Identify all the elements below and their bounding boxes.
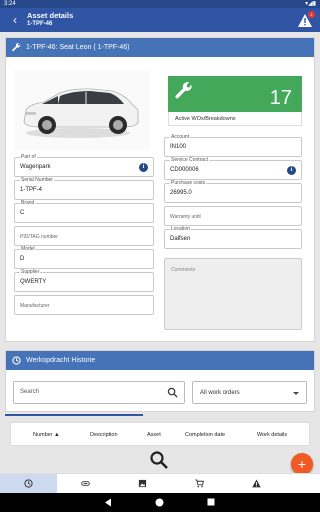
- workorder-table-header: Number ▲ Description Asset Completion da…: [10, 422, 310, 446]
- field-value: Dalfsen: [170, 236, 191, 242]
- field-value: C: [20, 210, 25, 216]
- open-workorders-label: Active WOs/Breakdowns: [168, 112, 302, 126]
- add-button[interactable]: +: [291, 453, 313, 475]
- bottom-navigation: [0, 473, 320, 494]
- status-bar: 3:24 ▾◢▮: [0, 0, 320, 8]
- status-time: 3:24: [4, 1, 16, 7]
- field-value: CD000006: [170, 167, 199, 173]
- wrench-icon: [12, 43, 21, 52]
- info-icon[interactable]: i: [139, 163, 148, 172]
- tab-attachments[interactable]: [57, 474, 114, 494]
- paperclip-icon: [81, 481, 90, 486]
- open-workorders-count: 17: [269, 87, 292, 109]
- history-card-header: Werkopdracht Historie: [6, 351, 314, 370]
- field-placeholder: Warranty until: [170, 214, 201, 220]
- filter-value: All work orders: [200, 390, 240, 396]
- part-of-field[interactable]: Part of Wagenpark i: [14, 154, 154, 177]
- location-field[interactable]: Location Dalfsen: [164, 226, 302, 249]
- field-label: Brand: [20, 200, 36, 206]
- tab-images[interactable]: [114, 474, 171, 494]
- search-input[interactable]: Search: [13, 381, 185, 404]
- page-subtitle: 1-TPF-46: [27, 21, 53, 27]
- field-label: Account: [170, 134, 191, 140]
- search-icon: [150, 451, 168, 469]
- history-card-title: Werkopdracht Historie: [26, 357, 96, 364]
- tab-warnings[interactable]: [228, 474, 285, 494]
- chevron-down-icon: [293, 392, 299, 395]
- asset-image: [14, 70, 150, 150]
- field-label: Supplier: [20, 269, 41, 275]
- column-work-details[interactable]: Work details: [257, 432, 287, 438]
- comments-field[interactable]: Comments: [164, 258, 302, 330]
- history-icon: [24, 479, 33, 488]
- asset-card-title: 1-TPF-46: Seat Leon ( 1-TPF-46): [26, 44, 130, 51]
- warning-badge: 1: [308, 11, 315, 18]
- field-placeholder: Manufacturer: [20, 303, 50, 309]
- account-field[interactable]: Account IN100: [164, 134, 302, 157]
- status-icons: ▾◢▮: [305, 1, 316, 7]
- back-arrow-icon[interactable]: ‹: [10, 13, 20, 27]
- system-back-icon[interactable]: [104, 498, 112, 507]
- cart-icon: [195, 479, 204, 488]
- info-icon[interactable]: i: [287, 166, 296, 175]
- tab-shop[interactable]: [171, 474, 228, 494]
- serial-number-field[interactable]: Serial Number 1-TPF-4: [14, 177, 154, 200]
- field-placeholder: PID/TAG number: [20, 234, 58, 240]
- search-icon[interactable]: [167, 387, 178, 398]
- warning-icon: [252, 479, 261, 488]
- field-label: Location: [170, 226, 191, 232]
- field-value: QWERTY: [20, 279, 47, 285]
- column-description[interactable]: Description: [90, 432, 118, 438]
- field-placeholder: Comments: [171, 267, 196, 273]
- tab-indicator: [5, 414, 143, 416]
- warning-icon[interactable]: 1: [298, 11, 315, 27]
- supplier-field[interactable]: Supplier QWERTY: [14, 269, 154, 292]
- field-label: Purchase costs: [170, 180, 207, 186]
- model-field[interactable]: Model D: [14, 246, 154, 269]
- search-placeholder: Search: [20, 389, 40, 395]
- field-label: Model: [20, 246, 36, 252]
- app-bar: ‹ Asset details 1-TPF-46 1: [0, 8, 320, 32]
- service-contract-field[interactable]: Service Contract CD000006 i: [164, 157, 302, 180]
- field-value: 1-TPF-4: [20, 187, 43, 193]
- column-completion-date[interactable]: Completion date: [185, 432, 225, 438]
- column-asset[interactable]: Asset: [147, 432, 161, 438]
- asset-card-header: 1-TPF-46: Seat Leon ( 1-TPF-46): [6, 38, 314, 57]
- field-value: 26995.0: [170, 190, 192, 196]
- field-value: IN100: [170, 144, 187, 150]
- brand-field[interactable]: Brand C: [14, 200, 154, 223]
- workorder-filter-select[interactable]: All work orders: [192, 381, 307, 404]
- history-icon: [12, 356, 21, 365]
- column-number[interactable]: Number ▲: [33, 432, 60, 438]
- pid-tag-field[interactable]: PID/TAG number: [14, 226, 154, 246]
- field-value: D: [20, 256, 25, 262]
- system-home-icon[interactable]: [155, 498, 164, 507]
- field-label: Serial Number: [20, 177, 54, 183]
- tab-history[interactable]: [0, 474, 57, 494]
- field-label: Part of: [20, 154, 37, 160]
- image-icon: [138, 479, 147, 488]
- system-navigation-bar: [0, 493, 320, 512]
- field-value: Wagenpark: [20, 164, 51, 170]
- field-label: Service Contract: [170, 157, 209, 163]
- warranty-until-field[interactable]: Warranty until: [164, 206, 302, 226]
- wrench-icon: [175, 82, 192, 99]
- system-recents-icon[interactable]: [207, 498, 215, 506]
- manufacturer-field[interactable]: Manufacturer: [14, 295, 154, 315]
- purchase-costs-field[interactable]: Purchase costs 26995.0: [164, 180, 302, 203]
- page-title: Asset details: [27, 11, 74, 20]
